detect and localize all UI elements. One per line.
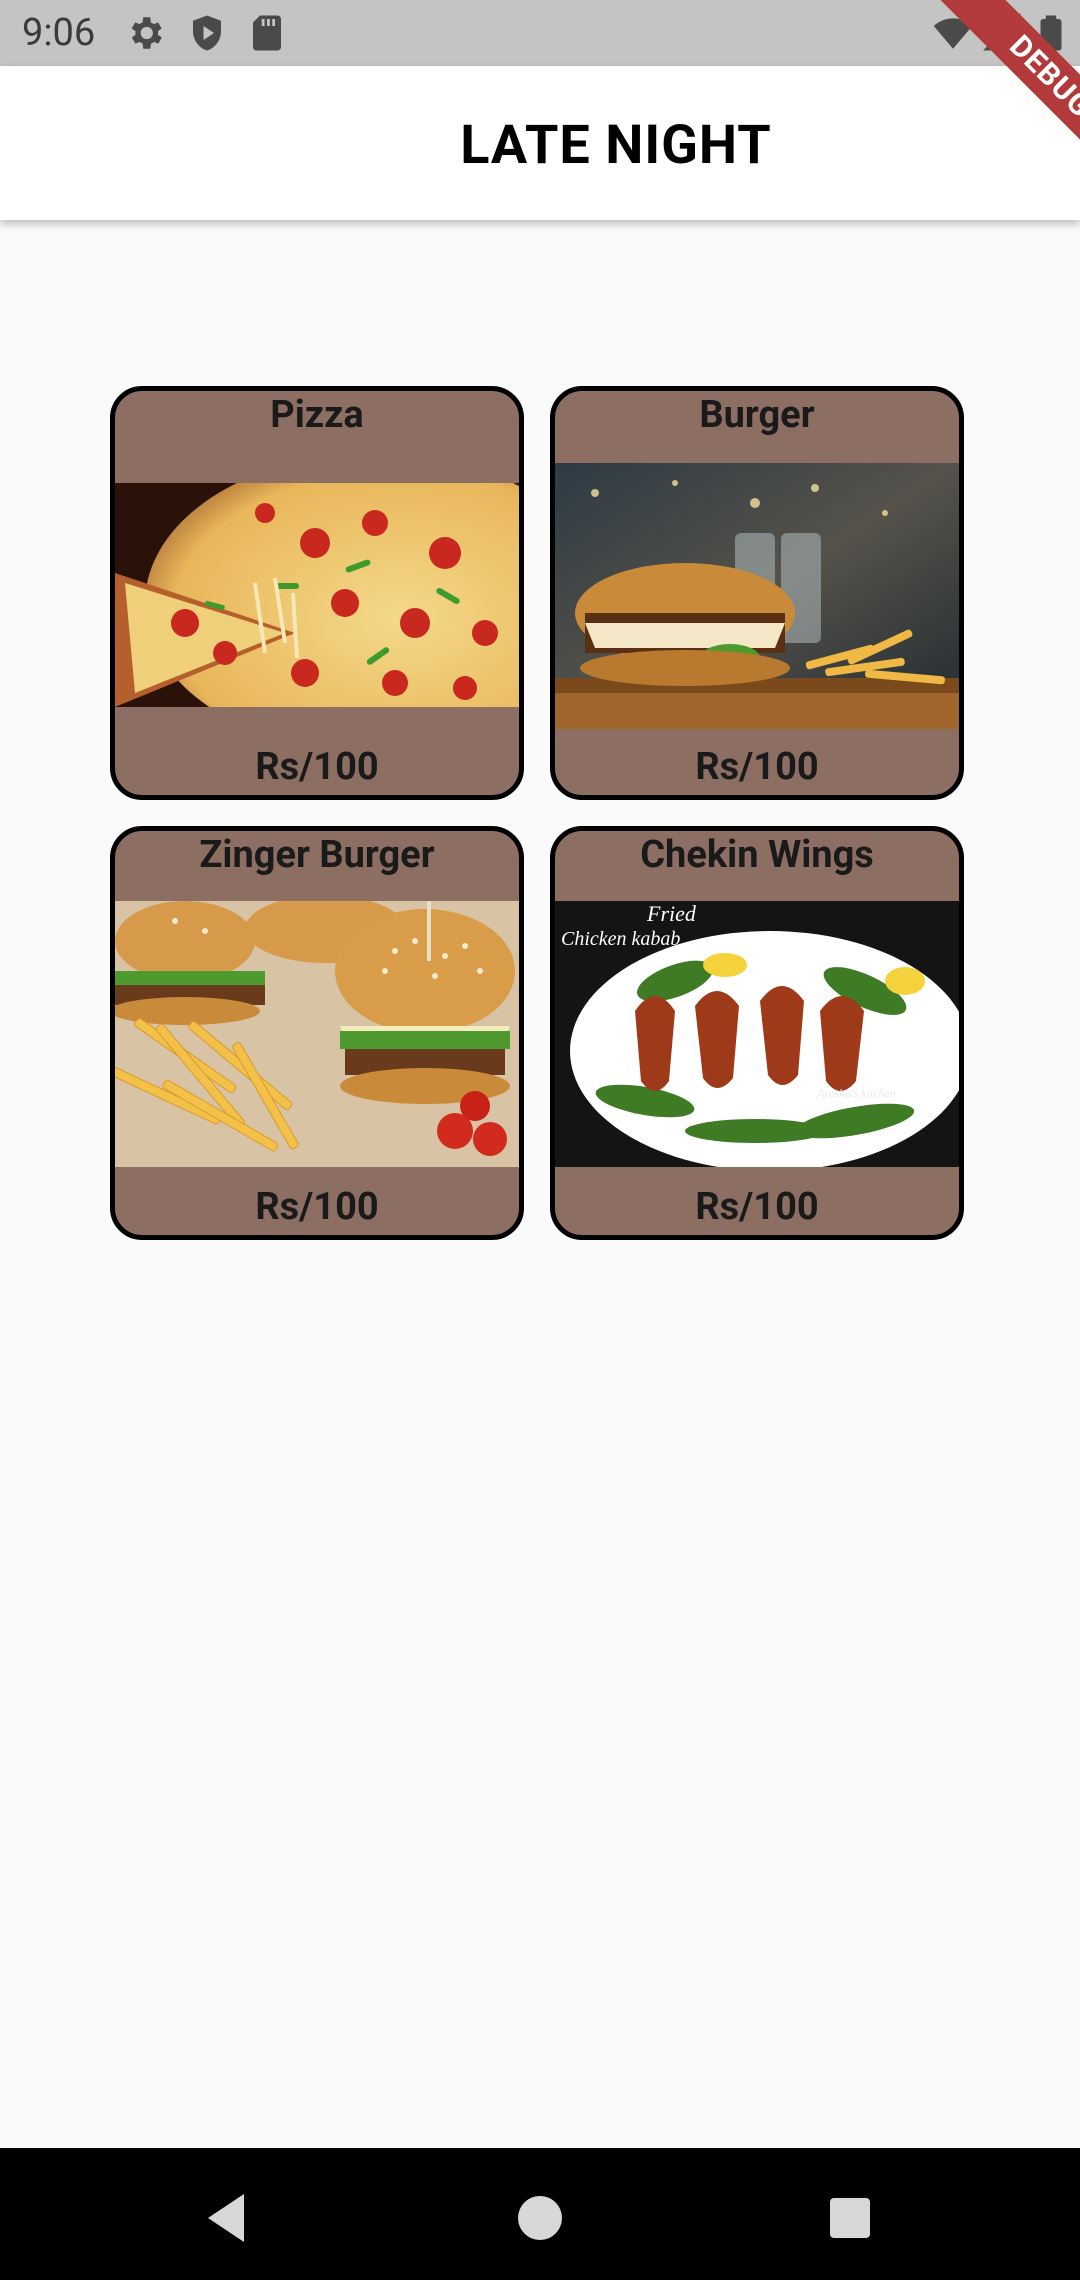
recents-icon[interactable] <box>820 2188 880 2248</box>
zinger-burger-photo <box>115 901 519 1167</box>
back-icon[interactable] <box>196 2188 256 2248</box>
gear-icon <box>131 17 162 49</box>
system-nav-bar <box>0 2148 1080 2280</box>
card-price: Rs/100 <box>695 1185 819 1229</box>
chicken-wings-photo: Fried Chicken kabab Ayesha's kitchen <box>555 901 959 1167</box>
card-price: Rs/100 <box>695 745 819 789</box>
menu-card-zinger-burger[interactable]: Zinger Burger Rs/100 <box>110 826 524 1240</box>
burger-photo <box>555 463 959 729</box>
home-icon[interactable] <box>510 2188 570 2248</box>
pizza-photo <box>115 483 519 707</box>
debug-banner: DEBUG <box>910 0 1080 170</box>
menu-card-burger[interactable]: Burger Rs/100 <box>550 386 964 800</box>
card-title: Burger <box>699 393 815 437</box>
sd-card-icon <box>253 15 281 51</box>
card-title: Zinger Burger <box>199 833 435 877</box>
menu-card-pizza[interactable]: Pizza Rs/100 <box>110 386 524 800</box>
debug-label: DEBUG <box>927 0 1080 170</box>
image-watermark: Ayesha's kitchen <box>816 1086 896 1100</box>
card-title: Chekin Wings <box>640 833 874 877</box>
card-price: Rs/100 <box>255 745 379 789</box>
card-price: Rs/100 <box>255 1185 379 1229</box>
image-caption-line1: Fried <box>646 901 697 926</box>
card-title: Pizza <box>270 393 364 437</box>
menu-card-chekin-wings[interactable]: Chekin Wings Fried Chicken kabab Ayesha'… <box>550 826 964 1240</box>
shield-play-icon <box>193 15 221 51</box>
image-caption-line2: Chicken kabab <box>561 928 680 950</box>
status-time: 9:06 <box>22 11 96 55</box>
